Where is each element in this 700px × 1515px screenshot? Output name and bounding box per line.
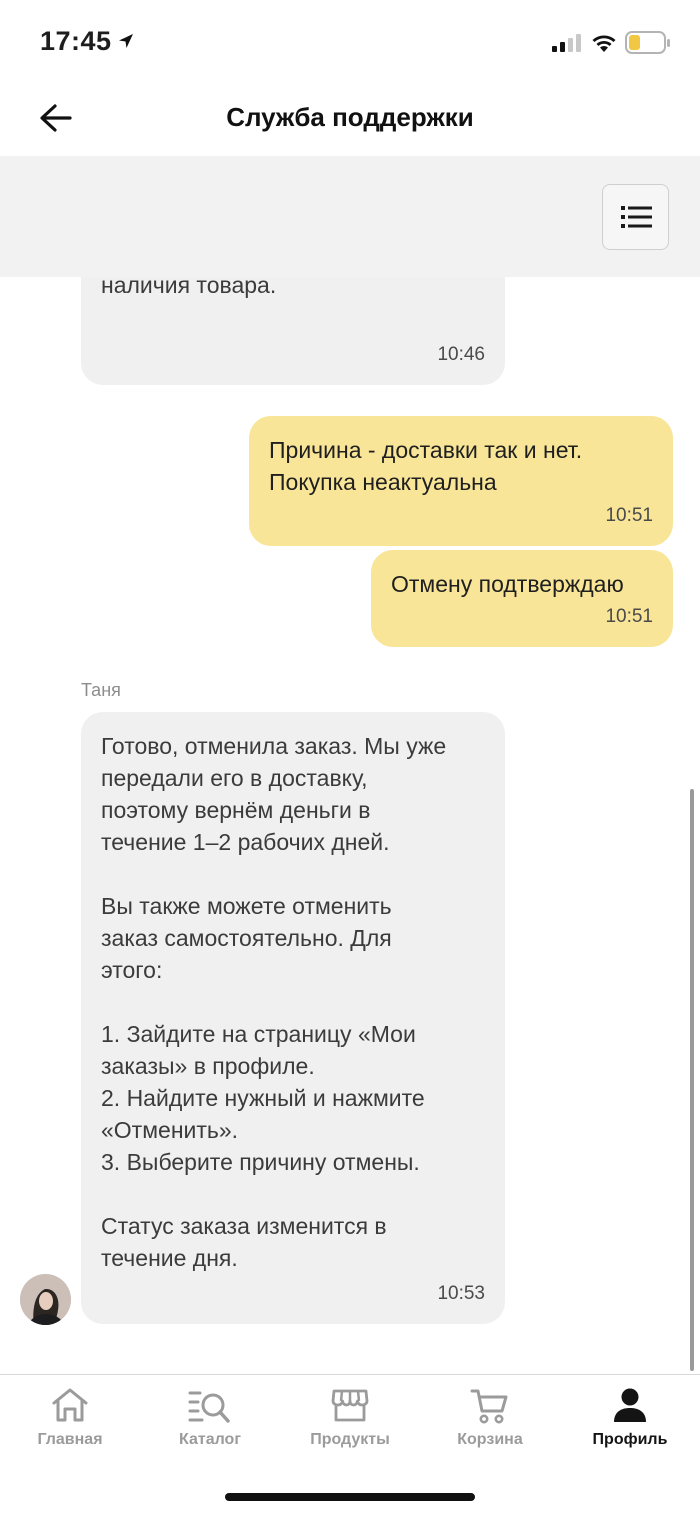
tab-label: Профиль: [592, 1431, 668, 1448]
chat-toolbar: [0, 156, 700, 277]
message-bubble-outgoing: Причина - доставки так и нет. Покупка не…: [249, 416, 673, 546]
message-time: 10:51: [605, 606, 653, 627]
message-bubble-outgoing: Отмену подтверждаю 10:51: [371, 550, 673, 647]
message-text: Отмену подтверждаю: [391, 571, 624, 597]
message-text: Причина - доставки так и нет. Покупка не…: [269, 437, 583, 495]
tab-profile[interactable]: Профиль: [560, 1375, 700, 1463]
battery-low-icon: [625, 31, 671, 60]
message-text: меняется стоимость или статус наличия то…: [101, 277, 277, 298]
tab-label: Продукты: [310, 1431, 390, 1448]
tab-products[interactable]: Продукты: [280, 1375, 420, 1463]
status-bar: 17:45: [0, 0, 700, 80]
menu-button[interactable]: [602, 184, 669, 250]
avatar[interactable]: [20, 1274, 71, 1325]
tab-bar: Главная Каталог Продукты Корзина Профиль: [0, 1374, 700, 1515]
message-bubble-incoming: меняется стоимость или статус наличия то…: [81, 277, 505, 385]
home-indicator: [225, 1493, 475, 1501]
message-time: 10:51: [605, 505, 653, 526]
tab-label: Каталог: [179, 1431, 241, 1448]
tab-catalog[interactable]: Каталог: [140, 1375, 280, 1463]
scrollbar[interactable]: [690, 789, 694, 1371]
status-time: 17:45: [40, 26, 112, 56]
message-time: 10:46: [437, 344, 485, 365]
location-arrow-icon: [117, 32, 135, 55]
header: Служба поддержки: [0, 80, 700, 156]
message-bubble-incoming: Готово, отменила заказ. Мы уже передали …: [81, 712, 505, 1324]
message-time: 10:53: [437, 1283, 485, 1304]
signal-icon: [552, 34, 582, 57]
chat-messages[interactable]: меняется стоимость или статус наличия то…: [0, 277, 700, 1374]
tab-cart[interactable]: Корзина: [420, 1375, 560, 1463]
tab-home[interactable]: Главная: [0, 1375, 140, 1463]
page-title: Служба поддержки: [226, 102, 474, 132]
tab-label: Главная: [37, 1431, 103, 1448]
sender-name: Таня: [81, 680, 121, 700]
tab-label: Корзина: [457, 1431, 523, 1448]
message-text: Готово, отменила заказ. Мы уже передали …: [101, 733, 447, 1271]
wifi-icon: [590, 33, 618, 58]
